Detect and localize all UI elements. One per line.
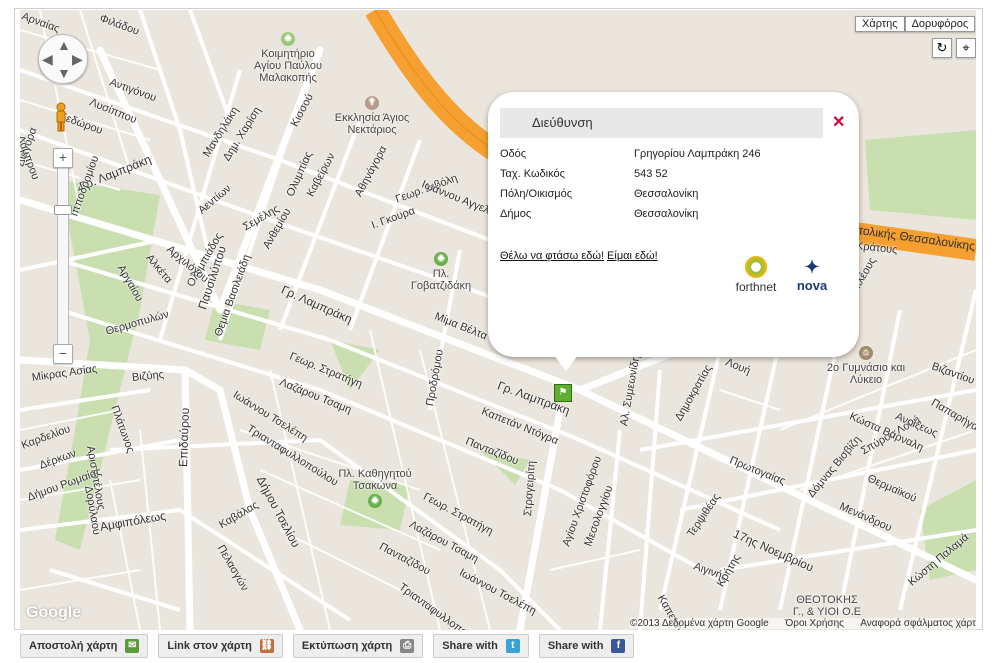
pan-down-icon[interactable]: ▼: [57, 65, 71, 81]
pan-up-icon[interactable]: ▲: [57, 37, 71, 53]
info-row: Οδός Γρηγορίου Λαμπράκη 246: [500, 148, 761, 160]
nova-logo: ✦ nova: [792, 256, 832, 293]
map-canvas[interactable]: Αρναίας Φιλάδου Σεδώρου Αντιγόνου Λυσίππ…: [20, 10, 976, 630]
crosshair-icon[interactable]: ⌖: [956, 38, 976, 58]
info-window-pointer: [554, 355, 578, 371]
zoom-in-button[interactable]: +: [53, 148, 73, 168]
close-icon[interactable]: ✕: [832, 112, 845, 132]
zoom-out-button[interactable]: −: [53, 344, 73, 364]
refresh-icon[interactable]: ↻: [932, 38, 952, 58]
map-type-control[interactable]: Χάρτης Δορυφόρος: [855, 16, 976, 32]
map-attribution: ©2013 Δεδομένα χάρτη Google Όροι Χρήσης …: [630, 618, 976, 629]
info-window-title: Διεύθυνση: [532, 115, 593, 130]
info-links: Θέλω να φτάσω εδώ! Είμαι εδώ!: [500, 250, 658, 262]
pan-right-icon[interactable]: ▶: [72, 51, 83, 68]
forthnet-swirl-icon: [745, 256, 767, 278]
zoom-slider-track[interactable]: [57, 150, 69, 362]
send-map-button[interactable]: Αποστολή χάρτη ✉: [20, 634, 149, 658]
location-marker-icon[interactable]: ⚑: [554, 384, 572, 402]
map-link-icon: ⛓: [259, 639, 274, 653]
google-logo: Google: [26, 604, 82, 621]
forthnet-logo: forthnet: [732, 256, 780, 294]
info-window: Διεύθυνση ✕ Οδός Γρηγορίου Λαμπράκη 246 Τ…: [488, 92, 859, 357]
cemetery-poi[interactable]: ♣ Κοιμητήριο Αγίου Παύλου Μαλακοπής: [248, 32, 328, 84]
church-icon: ✝: [365, 96, 379, 110]
tree-icon: ♣: [281, 32, 295, 46]
square-poi[interactable]: Πλ. Καθηγητού Τσακώνα ♣: [330, 468, 420, 508]
footer-toolbar: Αποστολή χάρτη ✉ Link στον χάρτη ⛓ Εκτύπωσ…: [20, 634, 635, 658]
printer-icon: ⎙: [400, 639, 415, 653]
tree-icon: ♣: [368, 494, 382, 508]
map-link-button[interactable]: Link στον χάρτη ⛓: [158, 634, 283, 658]
street-view-pegman-icon[interactable]: [54, 102, 68, 132]
print-map-button[interactable]: Εκτύπωση χάρτη ⎙: [292, 634, 424, 658]
info-row: Ταχ. Κωδικός 543 52: [500, 168, 668, 180]
info-row: Πόλη/Οικισμός Θεσσαλονίκη: [500, 188, 699, 200]
school-icon: ⌂: [859, 346, 873, 360]
report-error-link[interactable]: Αναφορά σφάλματος χάρτη: [860, 618, 976, 629]
share-facebook-button[interactable]: Share with f: [538, 634, 635, 658]
zoom-slider-handle[interactable]: [54, 205, 72, 215]
copyright-text: ©2013 Δεδομένα χάρτη Google: [630, 618, 769, 629]
twitter-icon: t: [505, 639, 520, 653]
square-poi[interactable]: ♣ Πλ. Γοβατζιδάκη: [406, 252, 476, 292]
directions-link[interactable]: Θέλω να φτάσω εδώ!: [500, 250, 604, 262]
tree-icon: ♣: [434, 252, 448, 266]
pan-left-icon[interactable]: ◀: [42, 51, 53, 68]
im-here-link[interactable]: Είμαι εδώ!: [607, 250, 658, 262]
map-type-satellite-button[interactable]: Δορυφόρος: [904, 16, 976, 32]
church-poi[interactable]: ✝ Εκκλησία Άγιος Νεκτάριος: [332, 96, 412, 136]
map-send-icon: ✉: [125, 639, 140, 653]
share-twitter-button[interactable]: Share with t: [433, 634, 529, 658]
pan-control[interactable]: ▲ ▼ ◀ ▶: [38, 34, 88, 84]
facebook-icon: f: [611, 639, 626, 653]
map-tools[interactable]: ↻ ⌖: [932, 38, 976, 58]
map-type-map-button[interactable]: Χάρτης: [855, 16, 905, 32]
info-window-header: Διεύθυνση: [500, 108, 823, 138]
terms-link[interactable]: Όροι Χρήσης: [786, 618, 844, 629]
nova-star-icon: ✦: [804, 257, 820, 277]
shop-poi[interactable]: ΘΕΟΤΟΚΗΣ Γ., & ΥΙΟΙ Ο.Ε: [792, 594, 862, 618]
street-label: Επιδαύρου: [176, 407, 193, 468]
info-row: Δήμος Θεσσαλονίκη: [500, 208, 699, 220]
